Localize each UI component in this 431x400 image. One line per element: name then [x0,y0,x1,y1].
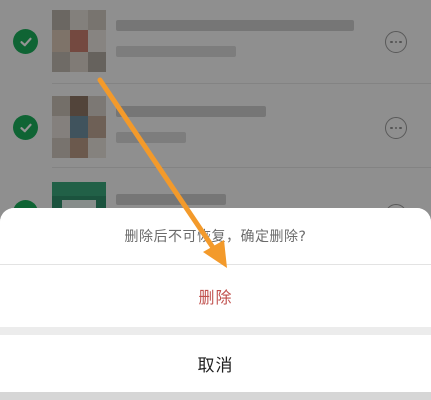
section-gap [0,327,431,335]
confirm-message: 删除后不可恢复，确定删除? [0,208,431,264]
bottom-bar [0,392,431,400]
cancel-button[interactable]: 取消 [0,335,431,392]
delete-button[interactable]: 删除 [0,265,431,327]
action-sheet: 删除后不可恢复，确定删除? 删除 取消 [0,208,431,400]
